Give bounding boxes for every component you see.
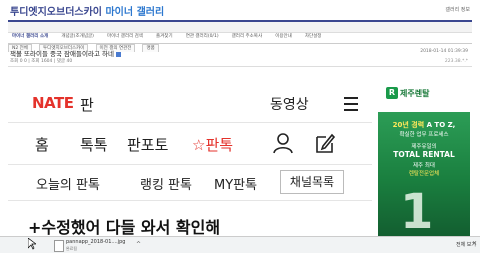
image-attached-icon bbox=[115, 51, 121, 57]
chevron-up-icon[interactable]: ^ bbox=[136, 241, 141, 248]
gallery-info-link[interactable]: 갤러리 정보 bbox=[445, 6, 470, 13]
mouse-cursor-icon bbox=[28, 238, 36, 250]
tab-home: 홈 bbox=[35, 136, 49, 154]
download-filename[interactable]: pannapp_2018-01....jpg bbox=[66, 239, 125, 245]
tab-pantok: ☆판톡 bbox=[192, 134, 233, 155]
divider bbox=[8, 66, 472, 67]
gallery-title-main[interactable]: 투디엣지오브더스카이 bbox=[10, 7, 102, 18]
subtab-ranking-pantok: 랭킹 판톡 bbox=[140, 178, 192, 193]
ad-line-process: 확실한 업무 프로세스 bbox=[399, 132, 449, 138]
divider bbox=[8, 164, 372, 165]
nate-logo: NATE bbox=[32, 94, 74, 112]
post-ip: 223.38.*.* bbox=[444, 59, 468, 64]
ad-brand: 제주렌탈 bbox=[400, 89, 430, 98]
channel-list-button: 채널목록 bbox=[280, 170, 344, 194]
tab-pantok-label: 판톡 bbox=[205, 136, 234, 154]
file-icon[interactable] bbox=[54, 240, 64, 252]
user-icon bbox=[273, 133, 293, 154]
ad-line-specialist: 렌탈전문업체 bbox=[408, 171, 440, 177]
rental-ad-banner[interactable]: R 제주렌탈 20년 경력 A TO Z, 확실한 업무 프로세스 제주유일의 … bbox=[378, 84, 470, 236]
post-title: 잭볼 또라이들 중국 잠애들이라고 하네 bbox=[10, 48, 121, 58]
ad-logo-icon: R bbox=[386, 87, 398, 99]
ad-number-one: 1 bbox=[400, 184, 434, 236]
ad-line-unique: 제주유일의 bbox=[411, 144, 437, 150]
ad-body: 20년 경력 A TO Z, 확실한 업무 프로세스 제주유일의 TOTAL R… bbox=[378, 112, 470, 236]
hamburger-menu-icon bbox=[344, 97, 358, 115]
star-icon: ☆ bbox=[192, 136, 206, 154]
post-meta: 조회 0 0 | 조회 1604 | 댓글 40 bbox=[10, 59, 73, 64]
sub-tab-best[interactable]: 명품 bbox=[142, 44, 159, 52]
gallery-nav-bar: 마이너 갤러리 소개 개념글(조개념글) 마이너 갤러리 검색 즐겨찾기 연관 … bbox=[8, 20, 472, 39]
divider bbox=[8, 122, 372, 123]
subtab-my-pantok: MY판톡 bbox=[214, 178, 258, 193]
nate-pann-screenshot: NATE 판 동영상 홈 톡톡 판포토 ☆판톡 오늘의 판톡 랭킹 판톡 MY판… bbox=[0, 84, 372, 252]
gallery-title[interactable]: 투디엣지오브더스카이 마이너 갤러리 bbox=[10, 3, 164, 18]
write-icon bbox=[316, 133, 336, 153]
ad-line-largest: 제주 최대 bbox=[413, 163, 435, 169]
ad-line-experience: 20년 경력 A TO Z, bbox=[392, 121, 456, 129]
video-link: 동영상 bbox=[270, 97, 309, 113]
divider bbox=[8, 200, 372, 201]
post-title-text: 잭볼 또라이들 중국 잠애들이라고 하네 bbox=[10, 50, 114, 58]
download-status: 완료됨 bbox=[66, 246, 78, 251]
pan-label: 판 bbox=[80, 96, 94, 114]
gallery-sub-tabs: N2 전체 투디엣지오브더스카이 이전 갤의 연관전 명품 bbox=[8, 34, 472, 52]
ad-line-total-rental: TOTAL RENTAL bbox=[393, 150, 455, 159]
subtab-today-pantok: 오늘의 판톡 bbox=[36, 178, 100, 193]
post-headline: +수정했어 다들 와서 확인해 bbox=[28, 218, 221, 237]
tab-panphoto: 판포토 bbox=[127, 136, 169, 154]
close-icon[interactable]: ✕ bbox=[472, 240, 477, 247]
post-date: 2018-01-14 01:39:39 bbox=[420, 49, 468, 54]
download-bar: pannapp_2018-01....jpg 완료됨 ^ 전체 보기 ✕ bbox=[0, 236, 480, 253]
gallery-title-minor: 마이너 갤러리 bbox=[105, 7, 165, 18]
tab-toktok: 톡톡 bbox=[80, 136, 108, 154]
